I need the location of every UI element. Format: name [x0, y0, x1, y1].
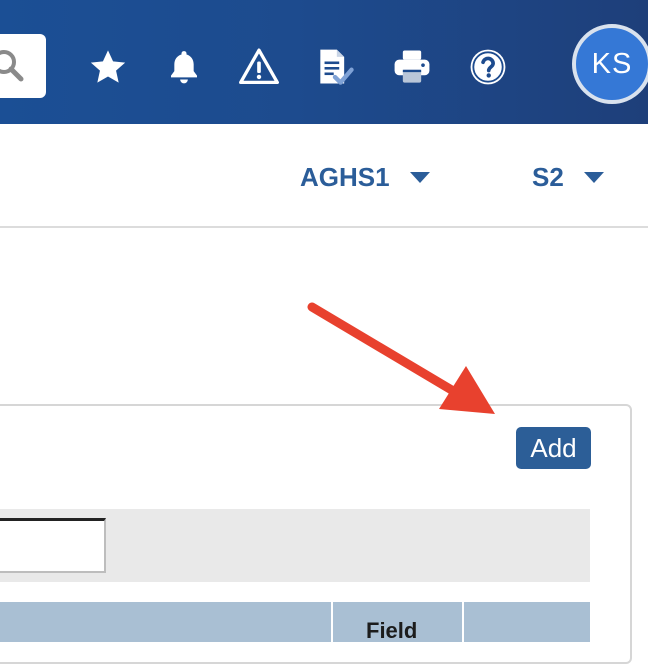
- avatar-initials: KS: [591, 47, 633, 80]
- column-divider: [331, 602, 333, 642]
- table-header-row: [0, 602, 590, 642]
- search-box[interactable]: [0, 34, 46, 98]
- school-selector[interactable]: AGHS1: [300, 162, 430, 193]
- term-selector-label: S2: [532, 162, 564, 192]
- print-icon[interactable]: [389, 44, 435, 90]
- term-selector[interactable]: S2: [532, 162, 604, 193]
- school-selector-label: AGHS1: [300, 162, 390, 192]
- column-divider: [462, 602, 464, 642]
- context-selector-bar: AGHS1 S2: [0, 124, 648, 228]
- search-icon: [0, 50, 24, 82]
- chevron-down-icon: [583, 172, 604, 183]
- chevron-down-icon: [409, 172, 430, 183]
- user-avatar[interactable]: KS: [572, 24, 648, 104]
- top-header-bar: KS: [0, 0, 648, 124]
- add-button[interactable]: Add: [516, 427, 591, 469]
- warning-icon[interactable]: [236, 44, 282, 90]
- help-icon[interactable]: [465, 44, 511, 90]
- document-check-icon[interactable]: [312, 44, 358, 90]
- column-header-field[interactable]: Field: [366, 618, 417, 644]
- star-icon[interactable]: [85, 44, 131, 90]
- bell-icon[interactable]: [161, 44, 207, 90]
- filter-input[interactable]: [0, 518, 106, 573]
